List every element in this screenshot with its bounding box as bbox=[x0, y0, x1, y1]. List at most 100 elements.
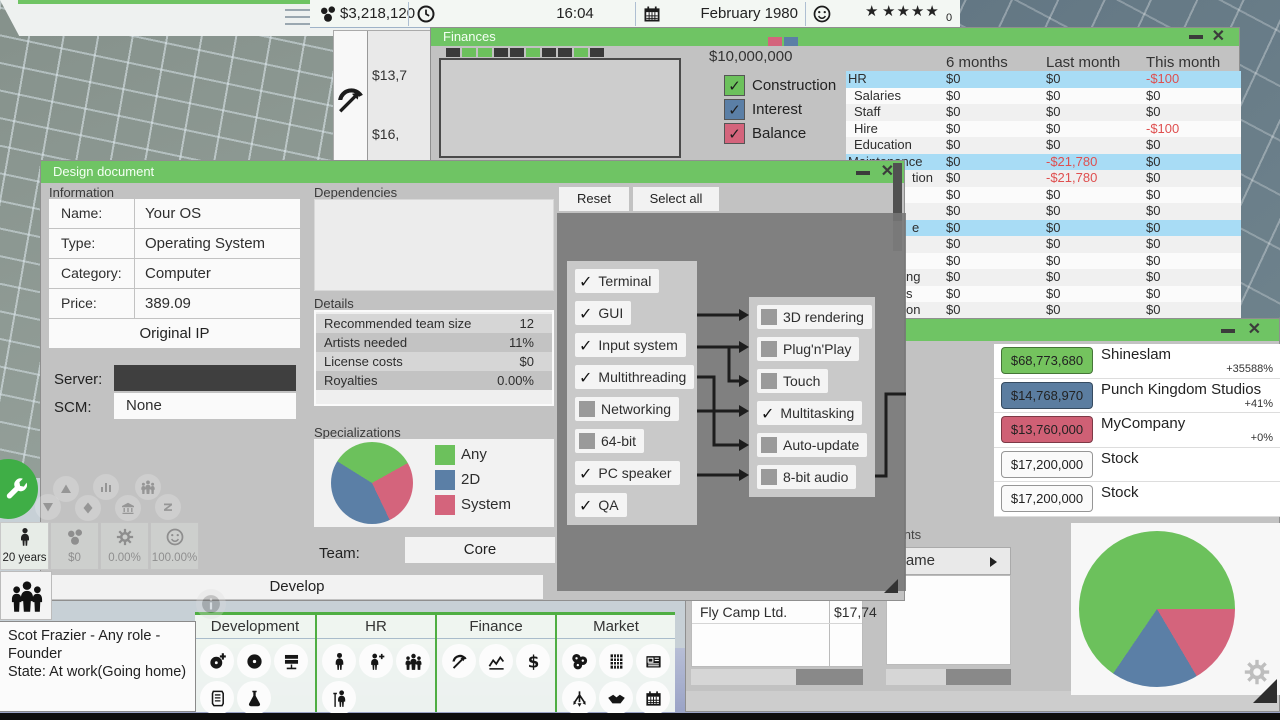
cell-last-month: $0 bbox=[1046, 121, 1060, 137]
stock-price-button[interactable]: $17,200,000 bbox=[1001, 451, 1093, 478]
stock-row: $14,768,970 Punch Kingdom Studios +41% bbox=[994, 379, 1280, 414]
chart-line-icon[interactable] bbox=[479, 644, 513, 678]
bank-icon[interactable] bbox=[115, 495, 141, 521]
finances-titlebar[interactable]: Finances bbox=[431, 28, 1239, 46]
person-icon[interactable] bbox=[322, 644, 356, 678]
sort-arrow-icon[interactable] bbox=[990, 557, 997, 567]
legend-checkbox[interactable]: ✓ bbox=[724, 123, 745, 144]
legend-checkbox[interactable]: ✓ bbox=[724, 99, 745, 120]
disks-icon[interactable] bbox=[562, 644, 596, 678]
select-all-button[interactable]: Select all bbox=[633, 187, 719, 211]
owned-share-row[interactable]: Fly Camp Ltd. $17,74 bbox=[692, 600, 862, 624]
handshake-icon[interactable] bbox=[599, 681, 633, 715]
reset-button[interactable]: Reset bbox=[559, 187, 629, 211]
feature-checkbox-item[interactable]: ✓ Auto-update bbox=[757, 433, 867, 457]
feature-checkbox-item[interactable]: ✓ Networking bbox=[575, 397, 679, 421]
calendar-icon[interactable] bbox=[636, 681, 670, 715]
unchecked-box bbox=[761, 309, 777, 325]
feature-checkbox-item[interactable]: ✓ QA bbox=[575, 493, 627, 517]
building-grid-icon[interactable] bbox=[599, 644, 633, 678]
close-icon[interactable]: ✕ bbox=[1248, 320, 1261, 340]
bars-icon[interactable] bbox=[93, 474, 119, 500]
table-row[interactable]: Staff $0 $0 $0 bbox=[846, 104, 1241, 121]
team-select-button[interactable]: Core bbox=[405, 537, 555, 563]
team-members-button[interactable] bbox=[0, 571, 52, 620]
feature-checkbox-item[interactable]: ✓ 3D rendering bbox=[757, 305, 872, 329]
server-label: Server: bbox=[54, 371, 102, 388]
feature-checkbox-item[interactable]: ✓ PC speaker bbox=[575, 461, 680, 485]
feature-label: QA bbox=[598, 497, 618, 513]
info-value[interactable]: Computer bbox=[135, 259, 300, 288]
feature-checkbox-item[interactable]: ✓ GUI bbox=[575, 301, 631, 325]
feature-label: 64-bit bbox=[601, 433, 636, 449]
scrollbar-thumb[interactable] bbox=[796, 669, 863, 685]
legend-checkbox[interactable]: ✓ bbox=[724, 75, 745, 96]
strip-square bbox=[510, 48, 524, 57]
cd-icon[interactable] bbox=[237, 644, 271, 678]
info-value[interactable]: Your OS bbox=[135, 199, 300, 228]
table-row[interactable]: Education $0 $0 $0 bbox=[846, 137, 1241, 154]
table-row[interactable]: HR $0 $0 -$100 bbox=[846, 71, 1241, 88]
cd-plus-icon[interactable] bbox=[200, 644, 234, 678]
minimize-button[interactable] bbox=[856, 171, 870, 175]
person-cane-icon[interactable] bbox=[322, 681, 356, 715]
feature-label: 3D rendering bbox=[783, 309, 864, 325]
umbrella-arrow-icon[interactable] bbox=[442, 644, 476, 678]
develop-button[interactable]: Develop bbox=[51, 575, 543, 599]
cell-last-month: $0 bbox=[1046, 302, 1060, 318]
tri-down-icon[interactable] bbox=[35, 494, 61, 520]
flask-icon[interactable] bbox=[237, 681, 271, 715]
close-icon[interactable]: ✕ bbox=[881, 162, 894, 182]
scroll-icon[interactable] bbox=[200, 681, 234, 715]
info-value[interactable]: 389.09 bbox=[135, 289, 300, 318]
feature-checkbox-item[interactable]: ✓ Multitasking bbox=[757, 401, 862, 425]
feature-checkbox-item[interactable]: ✓ Input system bbox=[575, 333, 686, 357]
stock-price-button[interactable]: $14,768,970 bbox=[1001, 382, 1093, 409]
people-icon[interactable] bbox=[396, 644, 430, 678]
zzz-icon[interactable] bbox=[155, 494, 181, 520]
minimize-button[interactable] bbox=[1189, 35, 1203, 39]
people-icon[interactable] bbox=[135, 474, 161, 500]
detail-value: 12 bbox=[520, 314, 534, 333]
unchecked-box bbox=[761, 437, 777, 453]
design-doc-titlebar[interactable]: Design document bbox=[41, 161, 904, 183]
table-row[interactable]: Maintenance $0 -$21,780 $0 bbox=[846, 154, 1241, 171]
close-icon[interactable]: ✕ bbox=[1212, 27, 1225, 47]
table-row[interactable]: Salaries $0 $0 $0 bbox=[846, 88, 1241, 105]
table-row[interactable]: $0 $0 $0 bbox=[846, 187, 1241, 204]
table-row[interactable]: tion $0 -$21,780 $0 bbox=[846, 170, 1241, 187]
dollar-icon[interactable]: $ bbox=[516, 644, 550, 678]
server-input[interactable] bbox=[114, 365, 296, 391]
feature-label: Input system bbox=[598, 337, 677, 353]
stock-price-button[interactable]: $13,760,000 bbox=[1001, 416, 1093, 443]
scm-field[interactable]: None bbox=[114, 393, 296, 419]
original-ip-button[interactable]: Original IP bbox=[49, 319, 300, 348]
minimize-button[interactable] bbox=[1221, 329, 1235, 333]
owned-shares-scrollbar[interactable] bbox=[691, 669, 863, 685]
calendar-icon bbox=[642, 4, 662, 24]
info-icon[interactable] bbox=[196, 589, 226, 619]
info-value[interactable]: Operating System bbox=[135, 229, 300, 258]
clock-icon bbox=[416, 4, 436, 24]
umbrella-arrow-icon[interactable] bbox=[334, 31, 367, 169]
info-row: Type: Operating System bbox=[49, 229, 300, 258]
scrollbar-thumb[interactable] bbox=[946, 669, 1011, 685]
feature-checkbox-item[interactable]: ✓ Terminal bbox=[575, 269, 659, 293]
feature-checkbox-item[interactable]: ✓ 8-bit audio bbox=[757, 465, 856, 489]
feature-checkbox-item[interactable]: ✓ 64-bit bbox=[575, 429, 644, 453]
toolbar-group-hr: HR bbox=[315, 615, 435, 712]
stock-price-button[interactable]: $17,200,000 bbox=[1001, 485, 1093, 512]
newspaper-icon[interactable] bbox=[636, 644, 670, 678]
stock-price-button[interactable]: $68,773,680 bbox=[1001, 347, 1093, 374]
server-icon[interactable] bbox=[274, 644, 308, 678]
person-plus-icon[interactable] bbox=[359, 644, 393, 678]
group-label: Finance bbox=[437, 615, 555, 639]
arrows-split-icon[interactable] bbox=[562, 681, 596, 715]
table-row[interactable]: Hire $0 $0 -$100 bbox=[846, 121, 1241, 138]
gear-icon[interactable] bbox=[1242, 657, 1272, 687]
diamond-icon[interactable] bbox=[75, 495, 101, 521]
feature-checkbox-item[interactable]: ✓ Plug'n'Play bbox=[757, 337, 859, 361]
feature-checkbox-item[interactable]: ✓ Touch bbox=[757, 369, 828, 393]
feature-checkbox-item[interactable]: ✓ Multithreading bbox=[575, 365, 694, 389]
patents-scrollbar[interactable] bbox=[886, 669, 1011, 685]
